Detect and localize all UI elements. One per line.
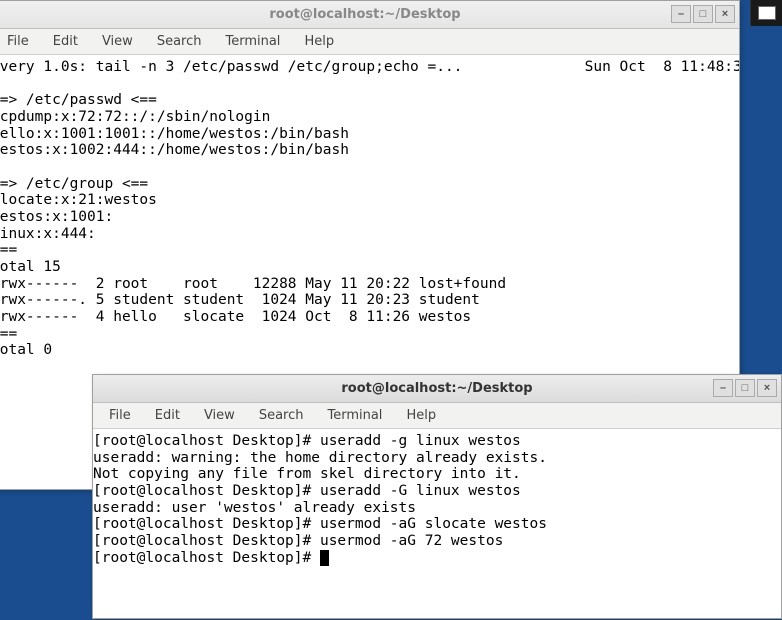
menu-file[interactable]: File (97, 405, 143, 426)
titlebar-2[interactable]: root@localhost:~/Desktop – □ × (93, 375, 781, 403)
terminal-cursor (320, 550, 329, 566)
maximize-button[interactable]: □ (735, 379, 755, 397)
menu-help[interactable]: Help (394, 405, 448, 426)
menu-edit[interactable]: Edit (143, 405, 192, 426)
menu-terminal[interactable]: Terminal (315, 405, 394, 426)
menu-view[interactable]: View (90, 31, 145, 52)
window-controls-1: – □ × (671, 5, 735, 23)
menu-terminal[interactable]: Terminal (213, 31, 292, 52)
taskbar-window-thumb[interactable] (758, 6, 776, 20)
window-title: root@localhost:~/Desktop (341, 381, 532, 396)
menu-edit[interactable]: Edit (41, 31, 90, 52)
window-title: root@localhost:~/Desktop (269, 7, 460, 22)
terminal-window-2: root@localhost:~/Desktop – □ × File Edit… (92, 374, 782, 619)
minimize-button[interactable]: – (713, 379, 733, 397)
menu-help[interactable]: Help (292, 31, 346, 52)
menubar-1: File Edit View Search Terminal Help (0, 29, 739, 55)
terminal-output-1[interactable]: Every 1.0s: tail -n 3 /etc/passwd /etc/g… (0, 55, 739, 363)
menu-view[interactable]: View (192, 405, 247, 426)
menu-search[interactable]: Search (145, 31, 214, 52)
minimize-button[interactable]: – (671, 5, 691, 23)
menu-search[interactable]: Search (247, 405, 316, 426)
taskbar-fragment (750, 0, 782, 26)
menu-file[interactable]: File (0, 31, 41, 52)
titlebar-1[interactable]: root@localhost:~/Desktop – □ × (0, 1, 739, 29)
terminal-output-2[interactable]: [root@localhost Desktop]# useradd -g lin… (93, 429, 781, 570)
close-button[interactable]: × (757, 379, 777, 397)
window-controls-2: – □ × (713, 379, 777, 397)
maximize-button[interactable]: □ (693, 5, 713, 23)
close-button[interactable]: × (715, 5, 735, 23)
menubar-2: File Edit View Search Terminal Help (93, 403, 781, 429)
